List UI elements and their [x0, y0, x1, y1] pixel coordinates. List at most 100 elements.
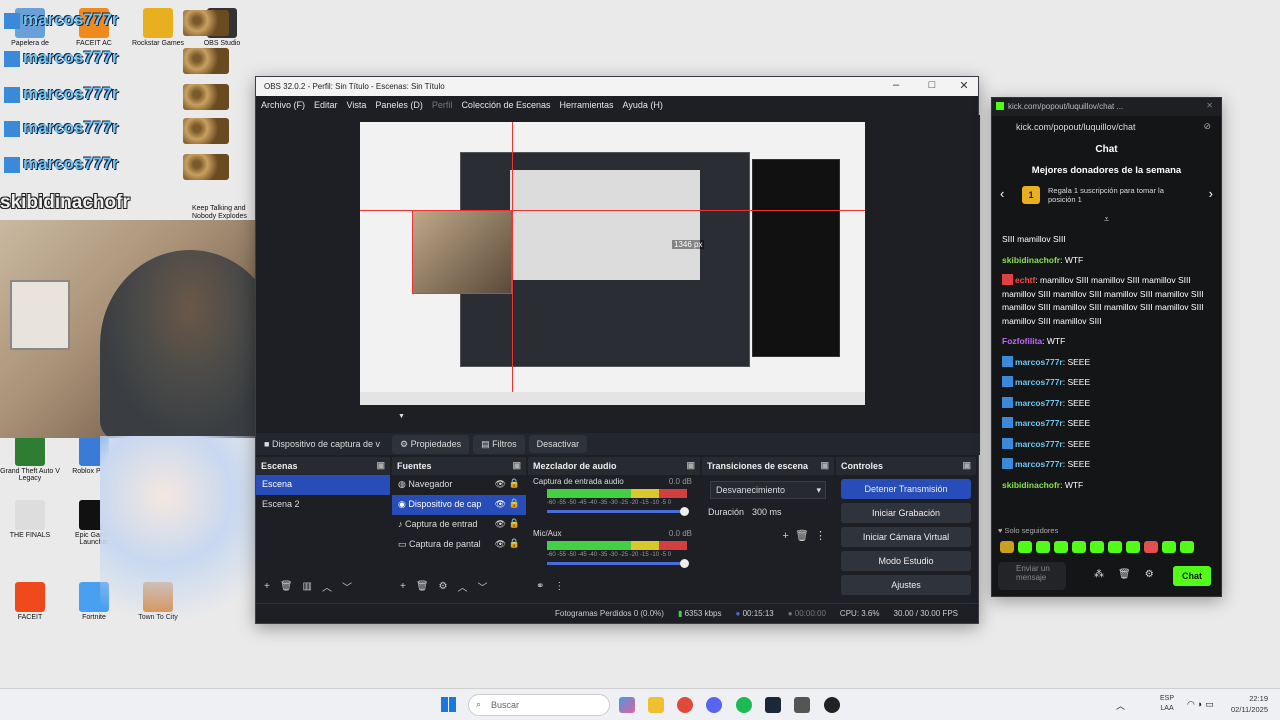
stop-streaming-button[interactable]: Detener Transmisión — [841, 479, 971, 499]
chrome-icon[interactable] — [677, 697, 693, 713]
windows-start-icon[interactable] — [441, 697, 456, 712]
add-icon[interactable]: + — [782, 530, 788, 542]
chat-username[interactable]: marcos777r — [1015, 357, 1063, 367]
emote-icon[interactable] — [1036, 541, 1050, 553]
source-item[interactable]: ♪ Captura de entrad 👁 🔒 — [392, 515, 526, 535]
source-item[interactable]: ◍ Navegador 👁 🔒 — [392, 475, 526, 495]
chat-input[interactable]: Enviar un mensaje — [998, 562, 1066, 590]
lock-icon[interactable]: 🔒 — [509, 498, 520, 509]
gear-icon[interactable]: ⚙ — [1145, 569, 1154, 580]
volume-slider[interactable] — [547, 559, 689, 568]
link-icon[interactable]: ⚭ — [536, 581, 544, 592]
more-icon[interactable]: ⋮ — [554, 581, 564, 592]
up-icon[interactable]: ︿ — [322, 579, 332, 594]
add-icon[interactable]: + — [264, 581, 270, 592]
discord-icon[interactable] — [706, 697, 722, 713]
menu-ayuda[interactable]: Ayuda (H) — [623, 100, 663, 110]
more-icon[interactable]: ⋮ — [815, 530, 826, 542]
lock-icon[interactable]: 🔒 — [509, 478, 520, 489]
menu-perfil[interactable]: Perfil — [432, 100, 453, 110]
copilot-icon[interactable] — [619, 697, 635, 713]
dock-icon[interactable]: ▣ — [686, 460, 695, 471]
minimize-button[interactable]: – — [881, 79, 911, 91]
dock-icon[interactable]: ▣ — [376, 460, 385, 471]
chat-username[interactable]: skibidinachofr — [1002, 255, 1060, 265]
desktop-icon[interactable]: Grand Theft Auto V Legacy — [0, 436, 60, 482]
clock[interactable]: 22:19 02/11/2025 — [1231, 693, 1268, 715]
filter-icon[interactable]: ▥ — [303, 581, 312, 592]
calculator-icon[interactable] — [794, 697, 810, 713]
settings-button[interactable]: Ajustes — [841, 575, 971, 595]
chevron-down-icon[interactable]: ▼ — [398, 413, 405, 420]
network-icon[interactable]: ◠ ◗ ▭ — [1187, 699, 1214, 710]
source-item[interactable]: ▭ Captura de pantal 👁 🔒 — [392, 535, 526, 555]
emote-icon[interactable] — [1090, 541, 1104, 553]
chat-username[interactable]: echtf — [1015, 275, 1035, 285]
taskbar-search[interactable]: ⌕ Buscar — [468, 694, 610, 716]
deactivate-button[interactable]: Desactivar — [528, 435, 588, 453]
dock-icon[interactable]: ▣ — [512, 460, 521, 471]
desktop-icon[interactable]: THE FINALS — [0, 500, 60, 539]
maximize-button[interactable]: □ — [917, 79, 947, 91]
dock-icon[interactable]: ▣ — [820, 460, 829, 471]
chat-username[interactable]: marcos777r — [1015, 398, 1063, 408]
chat-username[interactable]: marcos777r — [1015, 418, 1063, 428]
menu-archivo[interactable]: Archivo (F) — [261, 100, 305, 110]
eye-off-icon[interactable]: ⊘ — [1203, 121, 1211, 132]
properties-button[interactable]: ⚙ Propiedades — [392, 434, 470, 454]
filters-button[interactable]: ▤ Filtros — [473, 434, 525, 454]
emote-icon[interactable] — [1162, 541, 1176, 553]
steam-icon[interactable] — [765, 697, 781, 713]
trash-icon[interactable]: 🗑 — [416, 581, 429, 592]
source-item[interactable]: ◉ Dispositivo de cap 👁 🔒 — [392, 495, 526, 515]
close-icon[interactable]: ✕ — [1206, 101, 1213, 110]
emote-icon[interactable] — [1000, 541, 1014, 553]
spotify-icon[interactable] — [736, 697, 752, 713]
kick-url-bar[interactable]: kick.com/popout/luquillov/chat ⊘ — [992, 116, 1221, 138]
emote-icon[interactable] — [1054, 541, 1068, 553]
emote-icon[interactable] — [1108, 541, 1122, 553]
add-icon[interactable]: + — [400, 581, 406, 592]
lock-icon[interactable]: 🔒 — [509, 538, 520, 549]
menu-paneles[interactable]: Paneles (D) — [375, 100, 423, 110]
volume-slider[interactable] — [547, 507, 689, 516]
emote-icon[interactable] — [1180, 541, 1194, 553]
chat-username[interactable]: marcos777r — [1015, 377, 1063, 387]
chevron-left-icon[interactable]: ‹ — [1000, 186, 1004, 201]
trash-icon[interactable]: 🗑 — [795, 530, 809, 542]
down-icon[interactable]: ﹀ — [478, 579, 488, 594]
trash-icon[interactable]: 🗑 — [280, 581, 293, 592]
emote-icon[interactable] — [1018, 541, 1032, 553]
studio-mode-button[interactable]: Modo Estudio — [841, 551, 971, 571]
send-chat-button[interactable]: Chat — [1173, 566, 1211, 586]
language-indicator[interactable]: ESP LAA — [1160, 694, 1174, 714]
scene-item[interactable]: Escena 2 — [256, 495, 390, 515]
trash-icon[interactable]: 🗑 — [1118, 569, 1131, 580]
menu-coleccion-escenas[interactable]: Colección de Escenas — [461, 100, 550, 110]
emote-icon[interactable] — [1144, 541, 1158, 553]
desktop-icon[interactable]: FACEIT — [0, 582, 60, 621]
start-recording-button[interactable]: Iniciar Grabación — [841, 503, 971, 523]
obs-preview[interactable]: 1346 px ▼ — [256, 115, 980, 433]
eye-icon[interactable]: 👁 — [495, 499, 506, 510]
chat-username[interactable]: marcos777r — [1015, 459, 1063, 469]
obs-taskbar-icon[interactable] — [824, 697, 840, 713]
transition-select[interactable]: Desvanecimiento ▾ — [710, 481, 826, 499]
chevron-up-icon[interactable]: ︿ — [1116, 699, 1125, 712]
scene-item[interactable]: Escena — [256, 475, 390, 495]
close-button[interactable]: ✕ — [949, 79, 979, 92]
lock-icon[interactable]: 🔒 — [509, 518, 520, 529]
menu-herramientas[interactable]: Herramientas — [560, 100, 614, 110]
chat-username[interactable]: marcos777r — [1015, 439, 1063, 449]
emote-icon[interactable] — [1072, 541, 1086, 553]
chat-username[interactable]: Fozfofilita — [1002, 336, 1042, 346]
chat-username[interactable]: skibidinachofr — [1002, 480, 1060, 490]
dock-icon[interactable]: ▣ — [962, 460, 971, 471]
chevron-right-icon[interactable]: › — [1209, 186, 1213, 201]
duration-input[interactable]: 300 ms — [752, 507, 782, 517]
emote-picker-icon[interactable]: ⁂ — [1094, 569, 1104, 580]
down-icon[interactable]: ﹀ — [342, 579, 352, 594]
eye-icon[interactable]: 👁 — [495, 539, 506, 550]
eye-icon[interactable]: 👁 — [495, 519, 506, 530]
gear-icon[interactable]: ⚙ — [439, 581, 448, 592]
